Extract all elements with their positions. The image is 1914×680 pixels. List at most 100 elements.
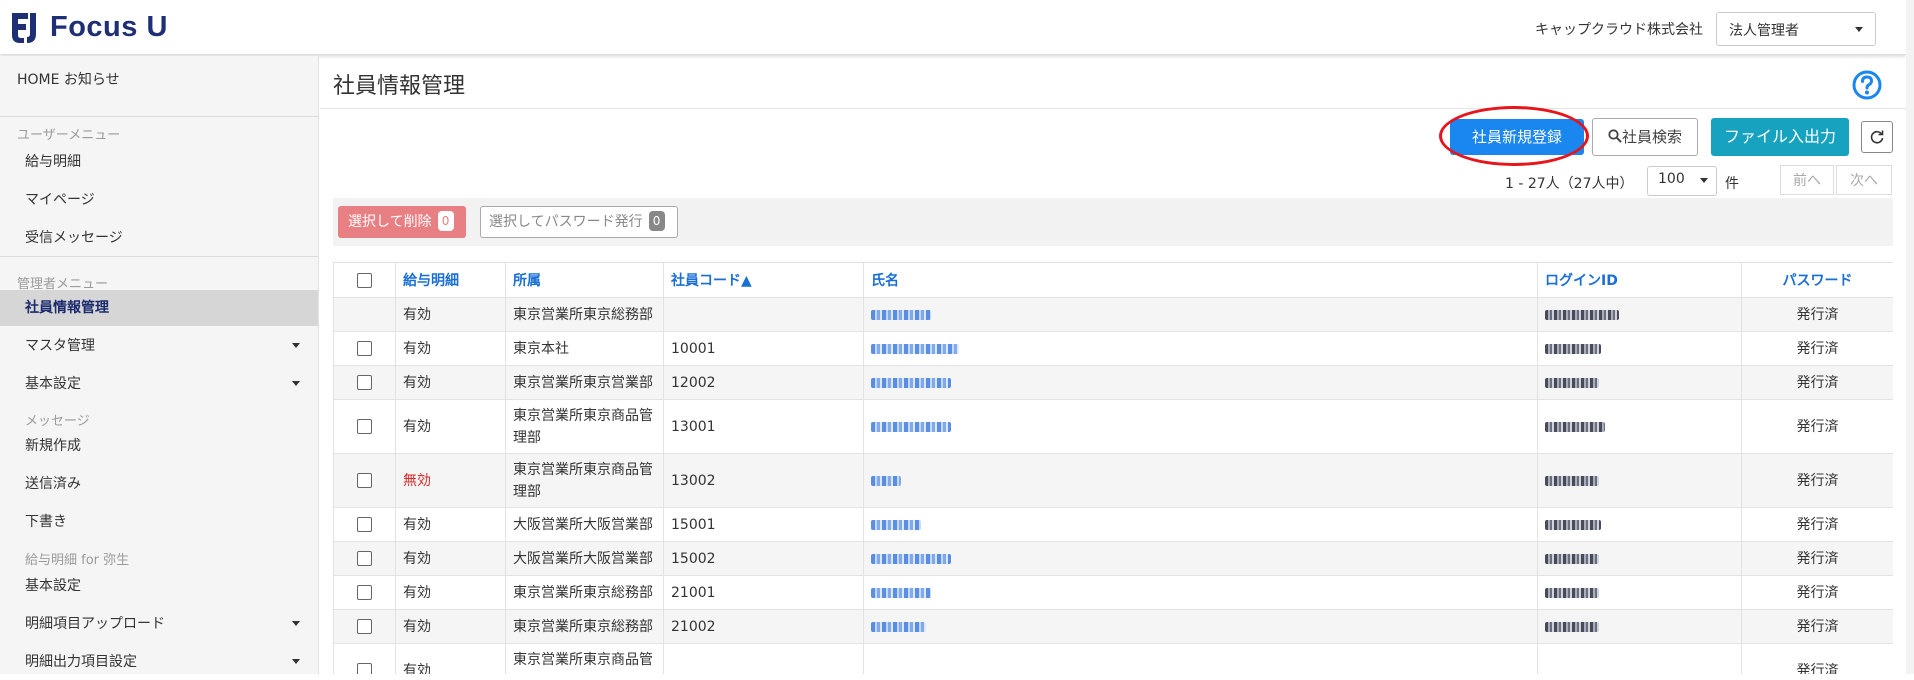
password-status: 発行済 (1741, 575, 1893, 610)
sidebar-item-upload[interactable]: 明細項目アップロード (0, 606, 318, 642)
column-header-code[interactable]: 社員コード▲ (663, 262, 864, 298)
column-header-name[interactable]: 氏名 (863, 262, 1538, 298)
login-id-cell (1537, 643, 1742, 674)
employee-name-link[interactable] (871, 519, 921, 530)
employee-name-link[interactable] (871, 621, 926, 632)
employee-name-link[interactable] (871, 343, 959, 354)
row-checkbox[interactable] (357, 663, 372, 674)
row-select-cell (333, 365, 396, 400)
payslip-status: 有効 (395, 365, 506, 400)
table-row[interactable]: 有効東京営業所東京商品管理部 発行済 (333, 643, 1893, 674)
table-row[interactable]: 有効 東京営業所東京総務部 発行済 (333, 297, 1893, 332)
payslip-status: 有効 (395, 297, 506, 332)
selected-count-badge: 0 (437, 211, 454, 231)
table-row[interactable]: 有効 東京本社 10001 発行済 (333, 331, 1893, 366)
row-checkbox[interactable] (357, 517, 372, 532)
employee-code: 13001 (663, 399, 864, 454)
employee-code (663, 297, 864, 332)
column-header-login-id[interactable]: ログインID (1537, 262, 1742, 298)
scrollbar[interactable] (1906, 0, 1914, 674)
per-page-select[interactable]: 100 (1647, 166, 1717, 196)
prev-page-button[interactable]: 前へ (1780, 165, 1834, 195)
employee-name-cell (863, 453, 1538, 508)
table-row[interactable]: 無効 東京営業所東京商品管理部 13002 発行済 (333, 453, 1893, 508)
sidebar-item-basic-settings[interactable]: 基本設定 (0, 366, 318, 402)
column-header-dept[interactable]: 所属 (505, 262, 664, 298)
table-row[interactable]: 有効 東京営業所東京営業部 12002 発行済 (333, 365, 1893, 400)
sidebar-item-mypage[interactable]: マイページ (0, 182, 318, 218)
row-select-cell (333, 643, 396, 674)
sidebar-item-label: マスタ管理 (25, 338, 95, 354)
sidebar-item-drafts[interactable]: 下書き (0, 504, 318, 540)
login-id-cell (1537, 365, 1742, 400)
payslip-status: 有効 (395, 609, 506, 644)
sidebar-item-output-settings[interactable]: 明細出力項目設定 (0, 644, 318, 680)
sidebar-item-home[interactable]: HOME お知らせ (0, 62, 318, 98)
bulk-delete-button[interactable]: 選択して削除 0 (338, 206, 466, 238)
login-id-value (1545, 553, 1599, 564)
login-id-cell (1537, 575, 1742, 610)
search-icon (1608, 129, 1622, 143)
role-select-value: 法人管理者 (1729, 23, 1799, 39)
row-select-cell (333, 541, 396, 576)
brand-logo[interactable]: Focus U (8, 10, 168, 44)
password-status: 発行済 (1741, 297, 1893, 332)
next-page-button[interactable]: 次へ (1836, 165, 1892, 195)
column-header-password[interactable]: パスワード (1741, 262, 1893, 298)
row-checkbox[interactable] (357, 619, 372, 634)
employee-name-link[interactable] (871, 421, 951, 432)
row-checkbox[interactable] (357, 375, 372, 390)
help-icon[interactable] (1852, 70, 1882, 100)
bulk-password-button[interactable]: 選択してパスワード発行 0 (480, 206, 678, 238)
refresh-button[interactable] (1861, 121, 1893, 153)
table-row[interactable]: 有効 東京営業所東京商品管理部 13001 発行済 (333, 399, 1893, 454)
department: 東京営業所東京商品管理部 (505, 399, 664, 454)
company-name: キャップクラウド株式会社 (1535, 22, 1703, 38)
employee-code: 15001 (663, 507, 864, 542)
search-employee-button[interactable]: 社員検索 (1592, 118, 1698, 156)
sidebar-item-employee-management[interactable]: 社員情報管理 (0, 290, 318, 326)
table-row[interactable]: 有効 東京営業所東京総務部 21002 発行済 (333, 609, 1893, 644)
table-row[interactable]: 有効 大阪営業所大阪営業部 15002 発行済 (333, 541, 1893, 576)
sidebar-item-new-message[interactable]: 新規作成 (0, 428, 318, 464)
table-row[interactable]: 有効 東京営業所東京総務部 21001 発行済 (333, 575, 1893, 610)
chevron-down-icon (1700, 178, 1708, 183)
login-id-cell (1537, 297, 1742, 332)
row-checkbox[interactable] (357, 341, 372, 356)
employee-name-link[interactable] (871, 309, 931, 320)
role-select[interactable]: 法人管理者 (1716, 12, 1876, 46)
employee-name-link[interactable] (871, 475, 901, 486)
brand-name: Focus U (50, 10, 168, 43)
payslip-status: 有効 (395, 399, 506, 454)
row-checkbox[interactable] (357, 473, 372, 488)
payslip-status: 有効 (395, 643, 506, 674)
per-page-value: 100 (1658, 171, 1685, 187)
highlight-annotation (1439, 106, 1589, 166)
sidebar-item-inbox[interactable]: 受信メッセージ (0, 220, 318, 256)
row-checkbox[interactable] (357, 419, 372, 434)
password-status: 発行済 (1741, 643, 1893, 674)
sidebar-item-yayoi-basic[interactable]: 基本設定 (0, 568, 318, 604)
refresh-icon (1870, 130, 1884, 144)
sidebar-item-sent[interactable]: 送信済み (0, 466, 318, 502)
section-header-message: メッセージ (25, 414, 90, 429)
department: 東京営業所東京商品管理部 (505, 453, 664, 508)
per-page-unit: 件 (1725, 176, 1739, 192)
employee-name-link[interactable] (871, 587, 931, 598)
column-header-payslip[interactable]: 給与明細 (395, 262, 506, 298)
department: 東京営業所東京総務部 (505, 575, 664, 610)
sidebar-item-master[interactable]: マスタ管理 (0, 328, 318, 364)
file-io-button[interactable]: ファイル入出力 (1711, 118, 1849, 156)
row-checkbox[interactable] (357, 551, 372, 566)
sidebar-item-payslip[interactable]: 給与明細 (0, 144, 318, 180)
login-id-value (1545, 587, 1599, 598)
row-select-cell (333, 453, 396, 508)
select-all-checkbox[interactable] (357, 272, 372, 288)
department: 大阪営業所大阪営業部 (505, 507, 664, 542)
chevron-down-icon (292, 621, 300, 626)
employee-name-link[interactable] (871, 553, 951, 564)
table-row[interactable]: 有効 大阪営業所大阪営業部 15001 発行済 (333, 507, 1893, 542)
employee-code: 21001 (663, 575, 864, 610)
row-checkbox[interactable] (357, 585, 372, 600)
employee-name-link[interactable] (871, 377, 951, 388)
